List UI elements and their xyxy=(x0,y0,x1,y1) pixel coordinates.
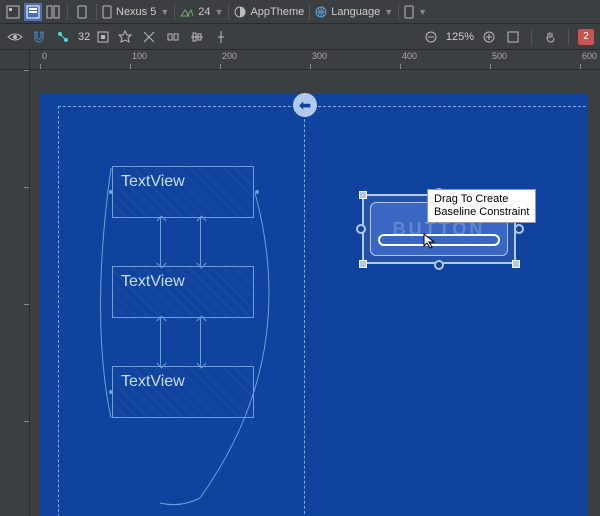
language-selector[interactable]: Language ▼ xyxy=(315,6,393,18)
chevron-down-icon: ▼ xyxy=(384,7,393,17)
separator xyxy=(531,29,532,45)
chevron-down-icon: ▼ xyxy=(418,7,427,17)
constraint-chain xyxy=(200,218,201,266)
clear-constraints-icon[interactable] xyxy=(140,28,158,46)
chevron-down-icon: ▼ xyxy=(215,7,224,17)
tooltip: Drag To Create Baseline Constraint xyxy=(427,189,536,223)
zoom-in-icon[interactable] xyxy=(480,28,498,46)
resize-handle[interactable] xyxy=(359,191,367,199)
constraint-anchor[interactable] xyxy=(356,224,366,234)
margin-icon[interactable] xyxy=(96,30,110,44)
api-selector[interactable]: 24 ▼ xyxy=(180,6,223,18)
constraint-chain xyxy=(200,318,201,366)
guide-top xyxy=(58,106,586,107)
separator xyxy=(96,4,97,20)
separator xyxy=(174,4,175,20)
pack-icon[interactable] xyxy=(164,28,182,46)
separator xyxy=(228,4,229,20)
anchor-dot xyxy=(255,190,259,194)
warnings-badge[interactable]: 2 xyxy=(578,29,594,45)
constraint-chain xyxy=(160,318,161,366)
language-label: Language xyxy=(331,6,380,18)
separator xyxy=(67,4,68,20)
device-selector[interactable]: Nexus 5 ▼ xyxy=(102,5,169,19)
blueprint-view-icon[interactable] xyxy=(24,3,42,21)
device-frame: ⬅ TextView TextView TextView xyxy=(40,94,588,516)
pan-icon[interactable] xyxy=(541,28,559,46)
split-view-icon[interactable] xyxy=(44,3,62,21)
baseline-anchor[interactable] xyxy=(378,234,500,246)
resize-handle[interactable] xyxy=(359,260,367,268)
guide-left xyxy=(58,106,59,516)
theme-icon xyxy=(234,6,246,18)
align-icon[interactable] xyxy=(188,28,206,46)
margin-value[interactable]: 32 xyxy=(78,31,90,43)
ruler-horizontal: 0 100 200 300 400 500 600 xyxy=(30,50,600,70)
resize-handle[interactable] xyxy=(512,260,520,268)
constraint-chain xyxy=(160,218,161,266)
back-arrow-icon[interactable]: ⬅ xyxy=(293,93,317,117)
textview-widget[interactable]: TextView xyxy=(112,366,254,418)
ruler-corner xyxy=(0,50,30,70)
phone-icon xyxy=(404,5,414,19)
star-icon[interactable] xyxy=(116,28,134,46)
globe-icon xyxy=(315,6,327,18)
anchor-dot xyxy=(109,390,113,394)
zoom-value[interactable]: 125% xyxy=(446,31,474,43)
chevron-down-icon: ▼ xyxy=(160,7,169,17)
design-view-icon[interactable] xyxy=(4,3,22,21)
textview-widget[interactable]: TextView xyxy=(112,166,254,218)
phone-icon xyxy=(102,5,112,19)
editor-toolbar: 32 125% 2 xyxy=(0,24,600,50)
textview-widget[interactable]: TextView xyxy=(112,266,254,318)
api-label: 24 xyxy=(198,6,210,18)
zoom-out-icon[interactable] xyxy=(422,28,440,46)
constraint-anchor[interactable] xyxy=(434,260,444,270)
magnet-icon[interactable] xyxy=(30,28,48,46)
constraint-anchor[interactable] xyxy=(514,224,524,234)
design-canvas[interactable]: ⬅ TextView TextView TextView xyxy=(30,70,600,516)
theme-selector[interactable]: AppTheme xyxy=(234,6,304,18)
anchor-dot xyxy=(109,190,113,194)
theme-label: AppTheme xyxy=(250,6,304,18)
guideline-icon[interactable] xyxy=(212,28,230,46)
separator xyxy=(568,29,569,45)
orientation-icon[interactable] xyxy=(73,3,91,21)
separator xyxy=(309,4,310,20)
guide-vertical[interactable] xyxy=(304,94,305,516)
autoconnect-icon[interactable] xyxy=(54,28,72,46)
eye-icon[interactable] xyxy=(6,28,24,46)
api-icon xyxy=(180,6,194,18)
variant-selector[interactable]: ▼ xyxy=(404,5,427,19)
device-label: Nexus 5 xyxy=(116,6,156,18)
ruler-vertical: 200 300 400 500 xyxy=(0,70,30,516)
design-toolbar: Nexus 5 ▼ 24 ▼ AppTheme Language ▼ ▼ xyxy=(0,0,600,24)
separator xyxy=(398,4,399,20)
fit-icon[interactable] xyxy=(504,28,522,46)
